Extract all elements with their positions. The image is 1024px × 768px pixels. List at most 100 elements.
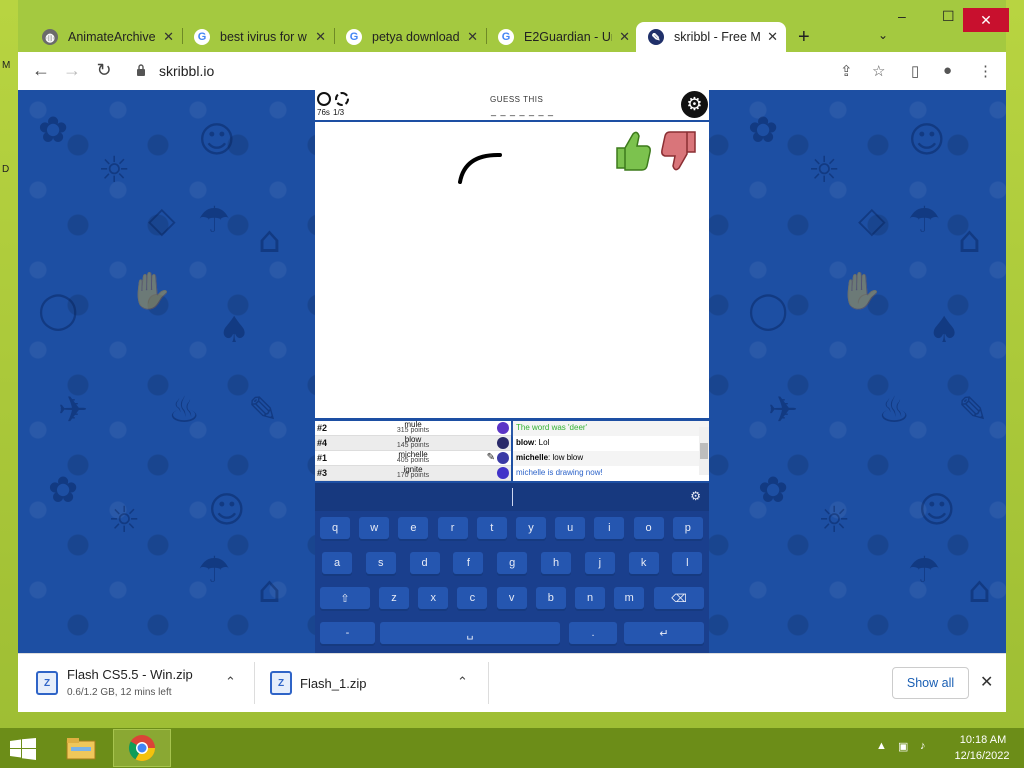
chat-text: michelle is drawing now! bbox=[516, 468, 603, 477]
zip-file-icon: Z bbox=[36, 671, 58, 695]
key-n[interactable]: n bbox=[575, 587, 605, 609]
key-h[interactable]: h bbox=[541, 552, 571, 574]
thumbs-down-icon[interactable] bbox=[659, 128, 701, 174]
window-close-button[interactable]: ✕ bbox=[963, 8, 1009, 32]
backspace-key[interactable]: ⌫ bbox=[654, 587, 704, 609]
tab-e2guardian[interactable]: G E2Guardian - Un ✕ bbox=[486, 22, 638, 52]
key-x[interactable]: x bbox=[418, 587, 449, 609]
keyboard-settings-gear-icon[interactable]: ⚙ bbox=[690, 489, 701, 503]
download-item-flash1[interactable]: Z Flash_1.zip ⌃ bbox=[254, 654, 488, 713]
desktop-icon-d[interactable]: D bbox=[2, 164, 9, 175]
profile-icon[interactable]: ● bbox=[943, 62, 952, 79]
doodle-balloon-icon: ◯ bbox=[748, 290, 789, 331]
key-a[interactable]: a bbox=[322, 552, 352, 574]
desktop-icon-m[interactable]: M bbox=[2, 60, 10, 71]
key-z[interactable]: z bbox=[379, 587, 409, 609]
new-tab-button[interactable]: + bbox=[798, 26, 810, 49]
taskbar-time[interactable]: 10:18 AM bbox=[955, 734, 1011, 746]
doodle-fish-icon: ✿ bbox=[758, 470, 789, 511]
close-icon[interactable]: ✕ bbox=[613, 29, 630, 45]
settings-gear-icon[interactable]: ⚙ bbox=[681, 91, 708, 118]
tab-skribbl[interactable]: ✎ skribbl - Free M ✕ bbox=[636, 22, 786, 52]
player-rank: #4 bbox=[317, 438, 328, 448]
close-icon[interactable]: ✕ bbox=[157, 29, 174, 45]
back-button[interactable]: ← bbox=[30, 60, 52, 81]
word-hint: _ _ _ _ _ _ _ bbox=[491, 106, 555, 116]
key-q[interactable]: q bbox=[320, 517, 350, 539]
reload-button[interactable]: ↻ bbox=[93, 60, 115, 81]
thumbs-up-icon[interactable] bbox=[611, 126, 653, 172]
player-list: #2 mule 315 points #4 blow 145 points #1… bbox=[315, 420, 511, 481]
minimize-button[interactable]: – bbox=[898, 8, 906, 24]
period-key[interactable]: . bbox=[569, 622, 617, 644]
player-row[interactable]: #2 mule 315 points bbox=[315, 420, 511, 436]
key-y[interactable]: y bbox=[516, 517, 546, 539]
close-icon[interactable]: ✕ bbox=[461, 29, 478, 45]
bookmark-star-icon[interactable]: ☆ bbox=[872, 62, 885, 80]
chrome-taskbar-icon[interactable] bbox=[113, 729, 171, 767]
close-icon[interactable]: ✕ bbox=[761, 29, 778, 45]
shift-key[interactable]: ⇧ bbox=[320, 587, 370, 609]
key-w[interactable]: w bbox=[359, 517, 390, 539]
network-icon[interactable]: ▣ bbox=[898, 740, 908, 753]
windows-start-icon[interactable] bbox=[10, 738, 36, 760]
tab-best-ivirus[interactable]: G best ivirus for w ✕ bbox=[182, 22, 334, 52]
tab-search-chevron-icon[interactable]: ⌄ bbox=[878, 28, 888, 42]
download-item-flash-cs55[interactable]: Z Flash CS5.5 - Win.zip 0.6/1.2 GB, 12 m… bbox=[18, 654, 254, 713]
key-m[interactable]: m bbox=[614, 587, 645, 609]
key-c[interactable]: c bbox=[457, 587, 488, 609]
close-icon[interactable]: ✕ bbox=[309, 29, 326, 45]
doodle-umbrella-icon: ☂ bbox=[908, 550, 941, 591]
download-name: Flash_1.zip bbox=[300, 676, 367, 691]
chat-scrollbar[interactable] bbox=[699, 427, 709, 475]
doodle-sun-icon: ☼ bbox=[818, 500, 851, 541]
address-bar[interactable]: skribbl.io bbox=[159, 63, 214, 79]
drawing-canvas[interactable] bbox=[315, 122, 709, 418]
doodle-balloon-icon: ◯ bbox=[38, 290, 79, 331]
doodle-diamond-icon: ◇ bbox=[858, 200, 886, 241]
key-l[interactable]: l bbox=[672, 552, 703, 574]
tab-animatearchive[interactable]: ◍ AnimateArchive ✕ bbox=[30, 22, 182, 52]
space-key[interactable]: ␣ bbox=[380, 622, 560, 644]
key-p[interactable]: p bbox=[672, 517, 703, 539]
tray-chevron-up-icon[interactable]: ▲ bbox=[876, 740, 887, 752]
menu-icon[interactable]: ⋮ bbox=[978, 62, 993, 80]
key-v[interactable]: v bbox=[496, 587, 527, 609]
file-explorer-icon[interactable] bbox=[52, 729, 110, 767]
scrollbar-thumb[interactable] bbox=[700, 443, 708, 459]
avatar bbox=[497, 437, 509, 449]
key-i[interactable]: i bbox=[594, 517, 625, 539]
enter-key[interactable]: ↵ bbox=[624, 622, 704, 644]
tab-petya-download[interactable]: G petya download ✕ bbox=[334, 22, 486, 52]
dash-key[interactable]: - bbox=[320, 622, 375, 644]
taskbar-date[interactable]: 12/16/2022 bbox=[949, 750, 1015, 762]
volume-icon[interactable]: ♪ bbox=[920, 740, 926, 752]
player-row[interactable]: #3 ignite 170 points bbox=[315, 465, 511, 481]
key-t[interactable]: t bbox=[476, 517, 507, 539]
doodle-hand-icon: ✋ bbox=[838, 271, 883, 312]
forward-button[interactable]: → bbox=[61, 60, 83, 81]
key-g[interactable]: g bbox=[497, 552, 528, 574]
lock-icon[interactable] bbox=[136, 64, 146, 76]
key-o[interactable]: o bbox=[633, 517, 664, 539]
share-icon[interactable]: ⇪ bbox=[840, 62, 853, 80]
avatar bbox=[497, 467, 509, 479]
key-d[interactable]: d bbox=[409, 552, 440, 574]
key-b[interactable]: b bbox=[535, 587, 566, 609]
chat-input[interactable]: ⚙ bbox=[315, 483, 709, 511]
side-panel-icon[interactable]: ▯ bbox=[911, 62, 919, 80]
player-row[interactable]: #4 blow 145 points bbox=[315, 435, 511, 451]
key-s[interactable]: s bbox=[365, 552, 396, 574]
show-all-button[interactable]: Show all bbox=[892, 667, 969, 699]
key-r[interactable]: r bbox=[437, 517, 468, 539]
chevron-up-icon[interactable]: ⌃ bbox=[457, 674, 468, 690]
maximize-button[interactable]: ☐ bbox=[942, 8, 955, 25]
key-e[interactable]: e bbox=[398, 517, 429, 539]
chevron-up-icon[interactable]: ⌃ bbox=[225, 674, 236, 690]
key-j[interactable]: j bbox=[584, 552, 615, 574]
player-row[interactable]: #1 michelle 405 points ✎ bbox=[315, 450, 511, 466]
close-shelf-icon[interactable]: ✕ bbox=[980, 672, 993, 692]
key-k[interactable]: k bbox=[628, 552, 659, 574]
key-u[interactable]: u bbox=[555, 517, 586, 539]
key-f[interactable]: f bbox=[453, 552, 484, 574]
